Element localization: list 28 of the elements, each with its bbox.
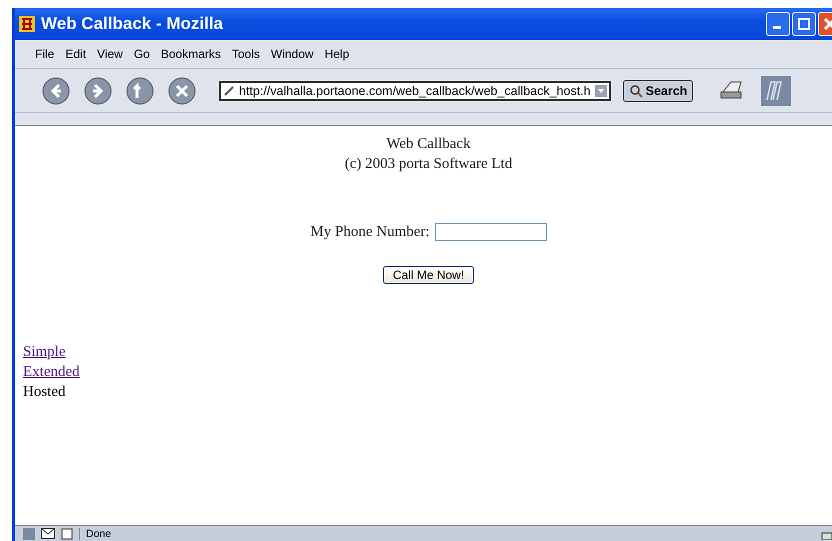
- reload-icon[interactable]: [125, 76, 155, 106]
- menu-item[interactable]: Help: [324, 47, 350, 61]
- forward-icon[interactable]: [83, 76, 113, 106]
- app-icon: [19, 16, 35, 32]
- back-icon[interactable]: [41, 76, 71, 106]
- menu-item[interactable]: Tools: [232, 47, 260, 61]
- search-button[interactable]: Search: [622, 80, 694, 102]
- phone-field[interactable]: [434, 223, 547, 241]
- status-text: Done: [79, 528, 814, 540]
- menu-item[interactable]: File: [35, 47, 54, 61]
- address-field[interactable]: http://valhalla.portaone.com/web_callback/web_callback_host.h: [219, 80, 611, 100]
- phone-label: My Phone Number:: [310, 223, 430, 242]
- menu-item[interactable]: Edit: [65, 47, 86, 61]
- menu-item[interactable]: Bookmarks: [160, 47, 221, 61]
- maximize-icon[interactable]: [798, 18, 810, 30]
- search-icon: [628, 84, 643, 98]
- copyright-text: (c) 2003 porta Software Ltd: [344, 155, 512, 174]
- current-page-label: Hosted: [23, 383, 66, 402]
- stop-icon[interactable]: [167, 76, 197, 106]
- mail-icon[interactable]: [41, 528, 55, 539]
- page-link[interactable]: Extended: [23, 362, 80, 382]
- page-link[interactable]: Simple: [23, 342, 66, 362]
- menu-item[interactable]: Go: [134, 47, 150, 61]
- page-heading: Web Callback: [386, 135, 471, 154]
- call-button[interactable]: Call Me Now!: [382, 266, 474, 284]
- window-title: Web Callback - Mozilla: [41, 14, 224, 34]
- menu-item[interactable]: Window: [270, 47, 314, 61]
- menu-item[interactable]: View: [97, 47, 123, 61]
